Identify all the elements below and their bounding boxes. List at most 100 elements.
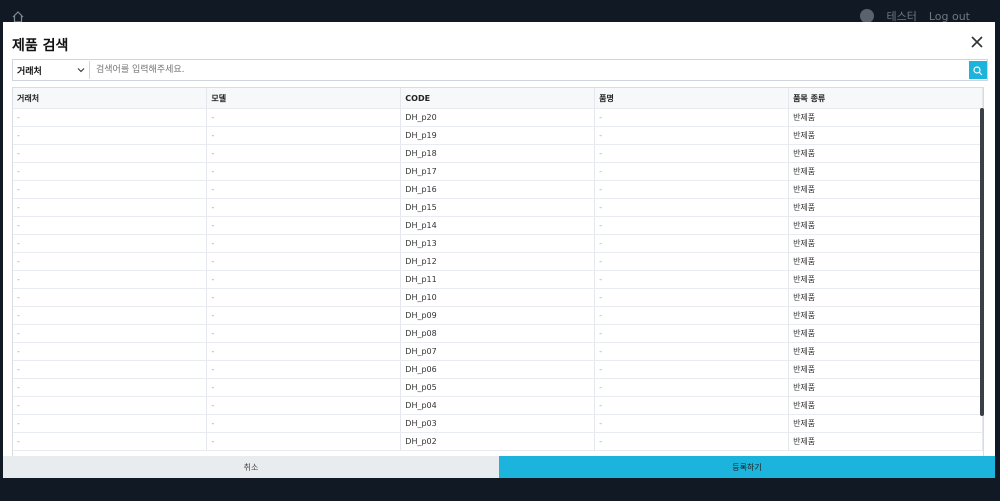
cell-code: DH_p03 bbox=[400, 414, 596, 433]
cell-model: - bbox=[206, 396, 402, 415]
column-header-vendor[interactable]: 거래처 bbox=[13, 88, 208, 109]
cell-model: - bbox=[206, 234, 402, 253]
table-row[interactable]: - - DH_p19- 반제품 bbox=[13, 126, 983, 145]
cell-model: - bbox=[206, 180, 402, 199]
column-header-model[interactable]: 모델 bbox=[206, 88, 402, 109]
table-row[interactable]: - - DH_p05- 반제품 bbox=[13, 378, 983, 397]
cell-code: DH_p11 bbox=[400, 270, 596, 289]
cell-vendor: - bbox=[13, 414, 208, 433]
column-header-item-type[interactable]: 품목 종류 bbox=[788, 88, 983, 109]
column-header-code[interactable]: CODE bbox=[400, 88, 596, 109]
cell-item-name: - bbox=[594, 396, 790, 415]
cancel-button[interactable]: 취소 bbox=[3, 456, 499, 478]
table-row[interactable]: - - DH_p08- 반제품 bbox=[13, 324, 983, 343]
cell-vendor: - bbox=[13, 270, 208, 289]
cell-code: DH_p14 bbox=[400, 216, 596, 235]
register-button[interactable]: 등록하기 bbox=[499, 456, 995, 478]
cell-vendor: - bbox=[13, 306, 208, 325]
cell-item-type: 반제품 bbox=[788, 432, 983, 451]
table-row[interactable]: - - DH_p20- 반제품 bbox=[13, 108, 983, 127]
cell-item-name: - bbox=[594, 162, 790, 181]
table-row[interactable]: - - DH_p14- 반제품 bbox=[13, 216, 983, 235]
cell-item-name: - bbox=[594, 270, 790, 289]
cell-vendor: - bbox=[13, 378, 208, 397]
cell-item-type: 반제품 bbox=[788, 396, 983, 415]
search-field-select-value: 거래처 bbox=[17, 66, 42, 77]
cell-item-type: 반제품 bbox=[788, 360, 983, 379]
cell-code: DH_p17 bbox=[400, 162, 596, 181]
cell-item-name: - bbox=[594, 216, 790, 235]
cell-model: - bbox=[206, 198, 402, 217]
table-row[interactable]: - - DH_p12- 반제품 bbox=[13, 252, 983, 271]
table-row[interactable]: - - DH_p04- 반제품 bbox=[13, 396, 983, 415]
cell-code: DH_p19 bbox=[400, 126, 596, 145]
search-icon bbox=[973, 61, 983, 80]
table-scrollbar[interactable] bbox=[980, 108, 984, 416]
cell-model: - bbox=[206, 288, 402, 307]
search-input[interactable] bbox=[90, 61, 969, 79]
cell-model: - bbox=[206, 324, 402, 343]
cell-item-type: 반제품 bbox=[788, 378, 983, 397]
cell-code: DH_p16 bbox=[400, 180, 596, 199]
search-button[interactable] bbox=[969, 61, 987, 79]
cell-vendor: - bbox=[13, 342, 208, 361]
cell-model: - bbox=[206, 252, 402, 271]
chevron-down-icon bbox=[77, 66, 85, 74]
cell-vendor: - bbox=[13, 324, 208, 343]
cell-vendor: - bbox=[13, 126, 208, 145]
cell-item-name: - bbox=[594, 198, 790, 217]
table-row[interactable]: - - DH_p17- 반제품 bbox=[13, 162, 983, 181]
cell-code: DH_p07 bbox=[400, 342, 596, 361]
cell-item-name: - bbox=[594, 378, 790, 397]
cell-vendor: - bbox=[13, 144, 208, 163]
table-row[interactable]: - - DH_p11- 반제품 bbox=[13, 270, 983, 289]
cell-code: DH_p20 bbox=[400, 108, 596, 127]
logout-link[interactable]: Log out bbox=[929, 10, 970, 23]
table-row[interactable]: - - DH_p02- 반제품 bbox=[13, 432, 983, 451]
cell-vendor: - bbox=[13, 180, 208, 199]
cell-code: DH_p02 bbox=[400, 432, 596, 451]
cell-vendor: - bbox=[13, 216, 208, 235]
cell-item-type: 반제품 bbox=[788, 252, 983, 271]
close-icon[interactable] bbox=[969, 34, 985, 50]
table-row[interactable]: - - DH_p15- 반제품 bbox=[13, 198, 983, 217]
cell-code: DH_p12 bbox=[400, 252, 596, 271]
table-row[interactable]: - - DH_p18- 반제품 bbox=[13, 144, 983, 163]
column-header-item-name[interactable]: 품명 bbox=[594, 88, 790, 109]
cell-model: - bbox=[206, 360, 402, 379]
table-row[interactable]: - - DH_p16- 반제품 bbox=[13, 180, 983, 199]
cell-model: - bbox=[206, 270, 402, 289]
table-row[interactable]: - - DH_p10- 반제품 bbox=[13, 288, 983, 307]
cell-item-name: - bbox=[594, 288, 790, 307]
cell-item-type: 반제품 bbox=[788, 162, 983, 181]
product-table: 거래처 모델 CODE 품명 품목 종류 - - DH_p20- 반제품 - - DH_p… bbox=[12, 87, 984, 457]
table-row[interactable]: - - DH_p09- 반제품 bbox=[13, 306, 983, 325]
cell-item-name: - bbox=[594, 360, 790, 379]
avatar bbox=[860, 9, 875, 23]
cell-item-type: 반제품 bbox=[788, 108, 983, 127]
table-header-row: 거래처 모델 CODE 품명 품목 종류 bbox=[13, 88, 983, 109]
table-row[interactable]: - - DH_p13- 반제품 bbox=[13, 234, 983, 253]
cell-item-type: 반제품 bbox=[788, 234, 983, 253]
home-icon[interactable] bbox=[12, 8, 24, 23]
cell-vendor: - bbox=[13, 432, 208, 451]
cell-item-name: - bbox=[594, 108, 790, 127]
cell-code: DH_p06 bbox=[400, 360, 596, 379]
cell-model: - bbox=[206, 126, 402, 145]
cell-item-name: - bbox=[594, 144, 790, 163]
cell-item-type: 반제품 bbox=[788, 342, 983, 361]
cell-model: - bbox=[206, 216, 402, 235]
cell-vendor: - bbox=[13, 360, 208, 379]
table-row[interactable]: - - DH_p06- 반제품 bbox=[13, 360, 983, 379]
cell-vendor: - bbox=[13, 396, 208, 415]
search-field-select[interactable]: 거래처 bbox=[13, 61, 90, 79]
table-row[interactable]: - - DH_p03- 반제품 bbox=[13, 414, 983, 433]
cell-code: DH_p15 bbox=[400, 198, 596, 217]
cell-item-type: 반제품 bbox=[788, 306, 983, 325]
cell-item-type: 반제품 bbox=[788, 144, 983, 163]
cell-item-type: 반제품 bbox=[788, 324, 983, 343]
cell-item-type: 반제품 bbox=[788, 288, 983, 307]
cell-vendor: - bbox=[13, 108, 208, 127]
cell-vendor: - bbox=[13, 162, 208, 181]
table-row[interactable]: - - DH_p07- 반제품 bbox=[13, 342, 983, 361]
